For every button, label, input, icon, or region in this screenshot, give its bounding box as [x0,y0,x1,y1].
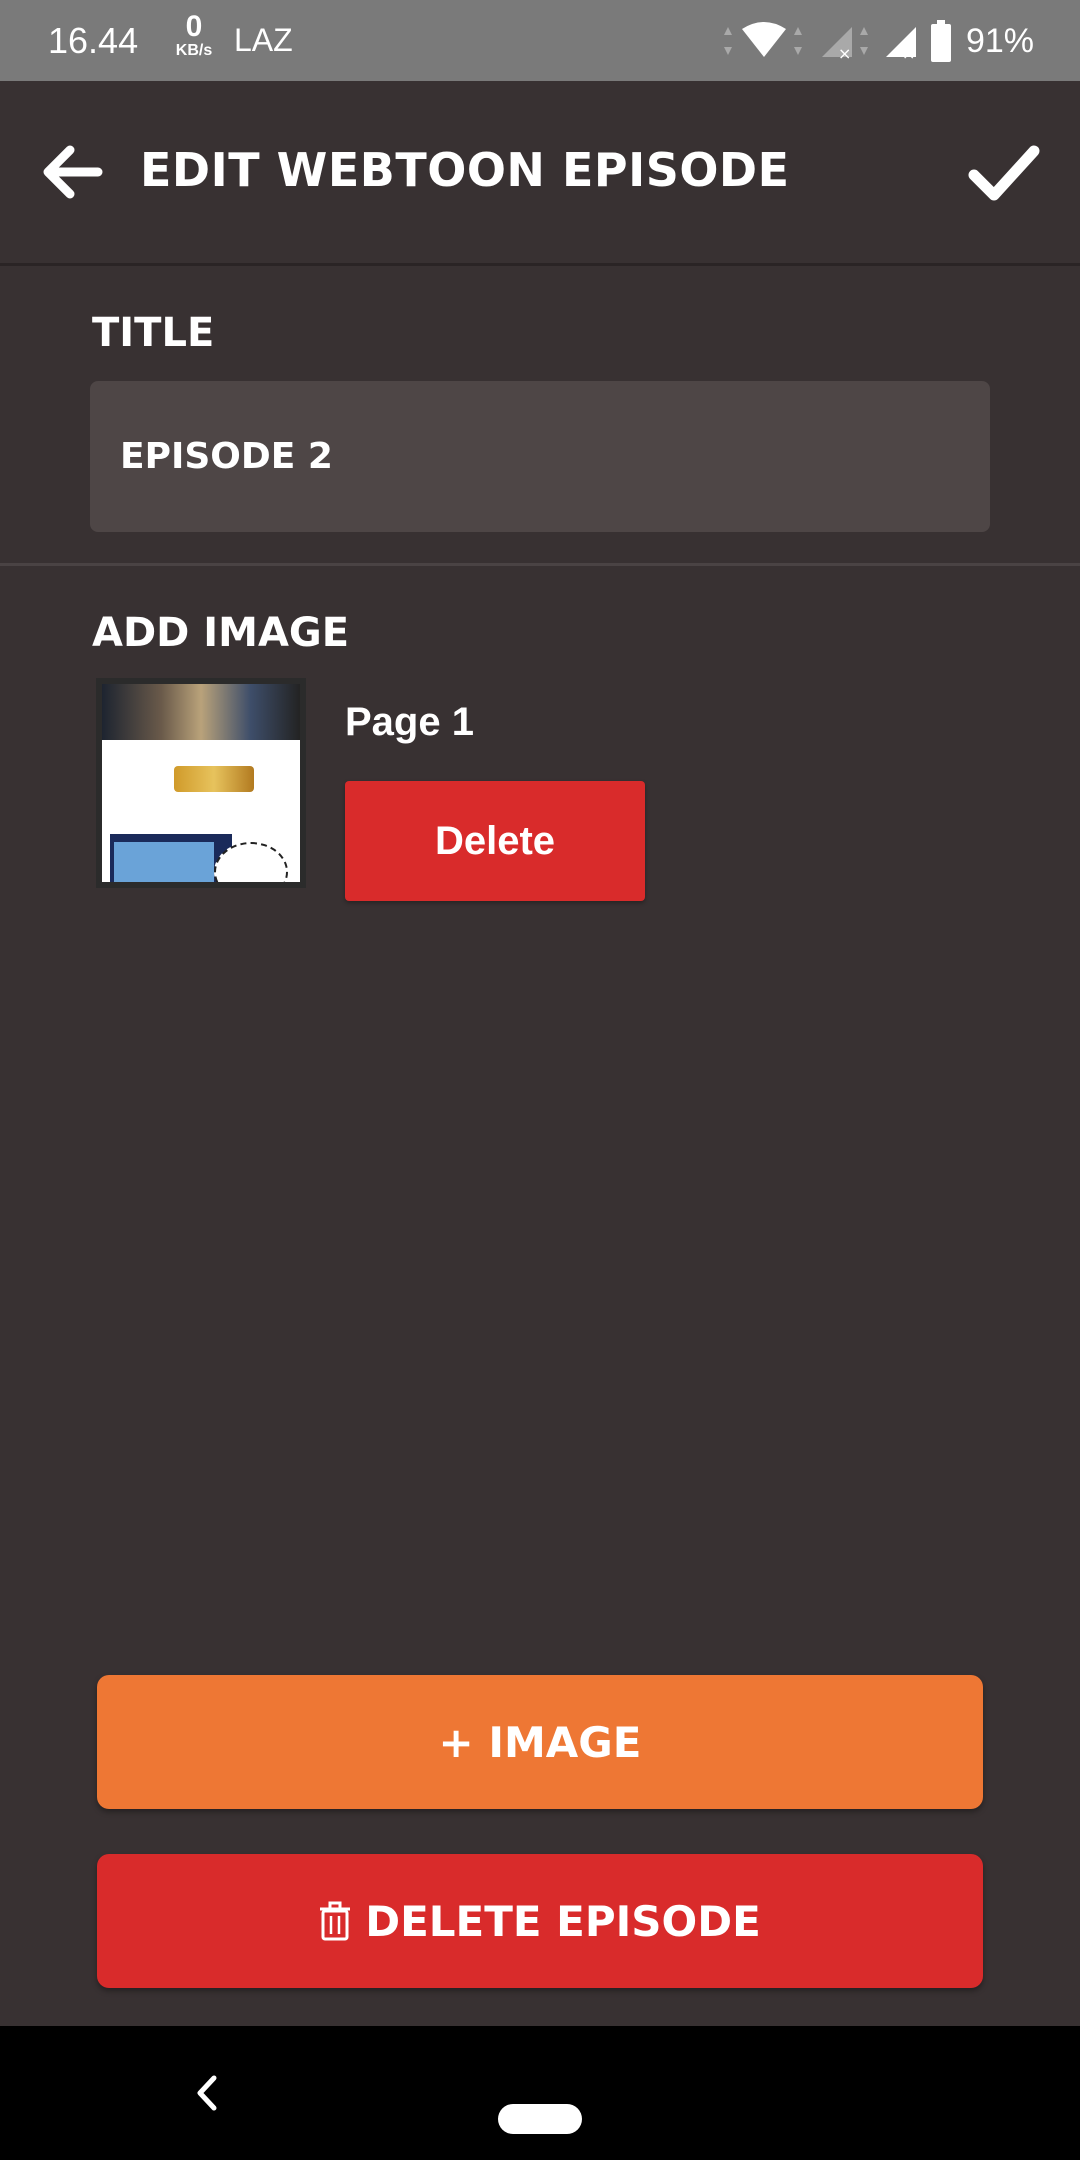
network-speed: 0 KB/s [166,12,222,60]
checkmark-icon [968,145,1040,201]
app-bar: EDIT WEBTOON EPISODE [0,81,1080,266]
delete-episode-button[interactable]: DELETE EPISODE [97,1854,983,1988]
svg-text:×: × [902,44,915,61]
image-thumbnail[interactable] [96,678,306,888]
signal-sim1-icon: × [821,27,868,61]
network-speed-unit: KB/s [175,42,213,59]
image-page-label: Page 1 [345,700,474,744]
delete-image-button[interactable]: Delete [345,781,645,901]
status-bar: 16.44 0 KB/s LAZ × × 91% [0,0,1080,81]
delete-episode-button-label: DELETE EPISODE [365,1896,761,1946]
title-input[interactable] [90,381,990,532]
title-label: TITLE [92,310,215,356]
battery-percent: 91% [965,21,1034,60]
status-icons: × × 91% [718,14,1034,68]
battery-icon [930,20,951,62]
add-image-button-label: + IMAGE [438,1717,642,1767]
status-time: 16.44 [48,20,139,61]
add-image-label: ADD IMAGE [92,610,350,656]
system-nav-bar [0,2026,1080,2160]
back-button[interactable] [36,136,108,208]
trash-icon [320,1901,351,1941]
thumbnail-preview [102,684,300,882]
nav-back-button[interactable] [188,2070,228,2116]
signal-sim2-icon: × [885,27,916,61]
section-divider [0,563,1080,566]
chevron-left-icon [197,2075,217,2111]
svg-text:×: × [838,44,851,61]
network-speed-value: 0 [185,10,203,43]
arrow-left-icon [43,145,103,199]
wifi-icon [723,22,802,57]
carrier-label: LAZ [234,22,293,58]
page-title: EDIT WEBTOON EPISODE [140,143,790,197]
nav-home-button[interactable] [498,2104,582,2134]
add-image-button[interactable]: + IMAGE [97,1675,983,1809]
save-button[interactable] [964,133,1044,213]
